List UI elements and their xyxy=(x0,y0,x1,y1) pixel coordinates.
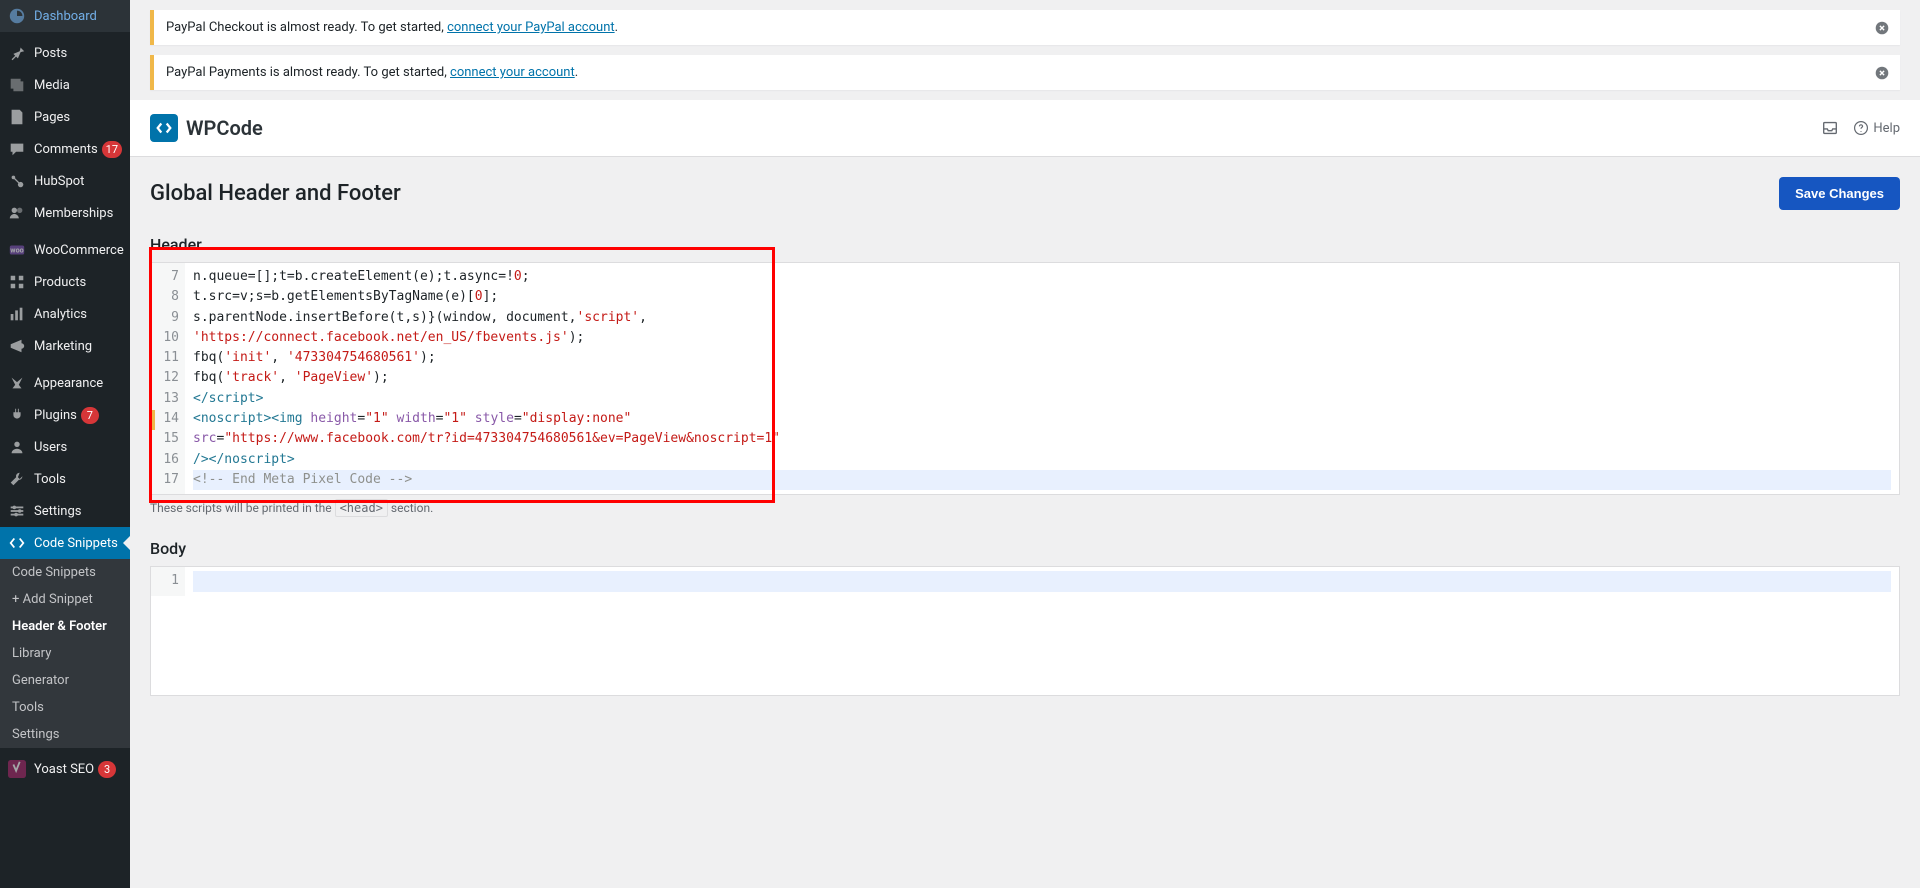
sidebar-label: Posts xyxy=(34,46,67,61)
dashboard-icon xyxy=(8,7,26,25)
notice-link[interactable]: connect your PayPal account xyxy=(447,20,615,35)
woocommerce-icon: woo xyxy=(8,241,26,259)
subitem-add-snippet[interactable]: + Add Snippet xyxy=(0,586,130,613)
wpcode-brand: WPCode xyxy=(186,116,263,140)
sidebar-item-pages[interactable]: Pages xyxy=(0,101,130,133)
close-icon[interactable] xyxy=(1872,63,1892,83)
sidebar-item-users[interactable]: Users xyxy=(0,431,130,463)
memberships-icon xyxy=(8,204,26,222)
sidebar-item-marketing[interactable]: Marketing xyxy=(0,330,130,362)
yoast-icon xyxy=(8,760,26,778)
code-lines[interactable] xyxy=(185,567,1899,595)
sidebar-item-settings[interactable]: Settings xyxy=(0,495,130,527)
sidebar-label: Users xyxy=(34,440,67,455)
sidebar-label: Dashboard xyxy=(34,9,97,24)
sidebar-label: Settings xyxy=(34,504,81,519)
save-button[interactable]: Save Changes xyxy=(1779,177,1900,210)
notice-paypal-payments: PayPal Payments is almost ready. To get … xyxy=(150,55,1900,90)
body-section-title: Body xyxy=(150,539,1900,558)
line-gutter: 1 xyxy=(151,567,185,595)
close-icon[interactable] xyxy=(1872,18,1892,38)
sidebar-label: WooCommerce xyxy=(34,243,124,258)
notice-text: PayPal Checkout is almost ready. To get … xyxy=(166,20,447,35)
sidebar-label: Memberships xyxy=(34,206,113,221)
sidebar-label: Pages xyxy=(34,110,70,125)
notice-paypal-checkout: PayPal Checkout is almost ready. To get … xyxy=(150,10,1900,45)
page-icon xyxy=(8,108,26,126)
active-pointer xyxy=(123,535,131,551)
notice-text-after: . xyxy=(575,65,578,80)
appearance-icon xyxy=(8,374,26,392)
wpcode-header: WPCode Help xyxy=(130,100,1920,157)
sidebar-item-appearance[interactable]: Appearance xyxy=(0,367,130,399)
comment-icon xyxy=(8,140,26,158)
subitem-settings[interactable]: Settings xyxy=(0,721,130,748)
media-icon xyxy=(8,76,26,94)
products-icon xyxy=(8,273,26,291)
sidebar-label: Code Snippets xyxy=(34,536,118,551)
pin-icon xyxy=(8,44,26,62)
code-icon xyxy=(8,534,26,552)
sidebar-item-dashboard[interactable]: Dashboard xyxy=(0,0,130,32)
hint-code: <head> xyxy=(335,499,388,517)
badge: 3 xyxy=(98,761,116,778)
subitem-generator[interactable]: Generator xyxy=(0,667,130,694)
sidebar-item-tools[interactable]: Tools xyxy=(0,463,130,495)
sidebar-item-woocommerce[interactable]: woo WooCommerce xyxy=(0,234,130,266)
header-section-title: Header xyxy=(150,235,1900,254)
help-label: Help xyxy=(1873,121,1900,136)
header-code-editor[interactable]: 7891011121314151617 n.queue=[];t=b.creat… xyxy=(150,262,1900,495)
sidebar-item-comments[interactable]: Comments 17 xyxy=(0,133,130,165)
header-hint: These scripts will be printed in the <he… xyxy=(150,501,1900,515)
inbox-icon[interactable] xyxy=(1821,119,1839,137)
sidebar-label: Media xyxy=(34,78,70,93)
sidebar-label: Plugins xyxy=(34,408,77,423)
sidebar-item-code-snippets[interactable]: Code Snippets xyxy=(0,527,130,559)
sidebar-label: Yoast SEO xyxy=(34,762,94,777)
notice-link[interactable]: connect your account xyxy=(450,65,575,80)
help-icon[interactable]: Help xyxy=(1853,119,1900,137)
main-content: PayPal Checkout is almost ready. To get … xyxy=(130,0,1920,888)
body-code-editor[interactable]: 1 xyxy=(150,566,1900,696)
hubspot-icon xyxy=(8,172,26,190)
badge: 7 xyxy=(81,407,99,424)
page-title: Global Header and Footer xyxy=(150,181,401,206)
analytics-icon xyxy=(8,305,26,323)
subitem-header-footer[interactable]: Header & Footer xyxy=(0,613,130,640)
sidebar-label: Products xyxy=(34,275,86,290)
subitem-code-snippets[interactable]: Code Snippets xyxy=(0,559,130,586)
sidebar-item-posts[interactable]: Posts xyxy=(0,37,130,69)
subitem-tools[interactable]: Tools xyxy=(0,694,130,721)
users-icon xyxy=(8,438,26,456)
sidebar-item-plugins[interactable]: Plugins 7 xyxy=(0,399,130,431)
sidebar-item-yoast[interactable]: Yoast SEO 3 xyxy=(0,753,130,785)
sidebar-submenu: Code Snippets + Add Snippet Header & Foo… xyxy=(0,559,130,748)
badge: 17 xyxy=(102,141,122,158)
sidebar-label: Comments xyxy=(34,142,98,157)
sidebar-item-products[interactable]: Products xyxy=(0,266,130,298)
sidebar-item-hubspot[interactable]: HubSpot xyxy=(0,165,130,197)
plugins-icon xyxy=(8,406,26,424)
sidebar-item-analytics[interactable]: Analytics xyxy=(0,298,130,330)
wpcode-logo: WPCode xyxy=(150,114,263,142)
wpcode-logo-icon xyxy=(150,114,178,142)
notice-text: PayPal Payments is almost ready. To get … xyxy=(166,65,450,80)
tools-icon xyxy=(8,470,26,488)
marketing-icon xyxy=(8,337,26,355)
sidebar-item-media[interactable]: Media xyxy=(0,69,130,101)
sidebar-item-memberships[interactable]: Memberships xyxy=(0,197,130,229)
notice-text-after: . xyxy=(615,20,618,35)
line-gutter: 7891011121314151617 xyxy=(151,263,185,494)
settings-icon xyxy=(8,502,26,520)
code-lines[interactable]: n.queue=[];t=b.createElement(e);t.async=… xyxy=(185,263,1899,494)
sidebar-label: Marketing xyxy=(34,339,92,354)
sidebar-label: Tools xyxy=(34,472,66,487)
subitem-library[interactable]: Library xyxy=(0,640,130,667)
svg-text:woo: woo xyxy=(10,246,23,255)
admin-sidebar: Dashboard Posts Media Pages Comments 17 H… xyxy=(0,0,130,888)
sidebar-label: Appearance xyxy=(34,376,103,391)
sidebar-label: HubSpot xyxy=(34,174,84,189)
sidebar-label: Analytics xyxy=(34,307,87,322)
lint-marker xyxy=(151,410,155,430)
